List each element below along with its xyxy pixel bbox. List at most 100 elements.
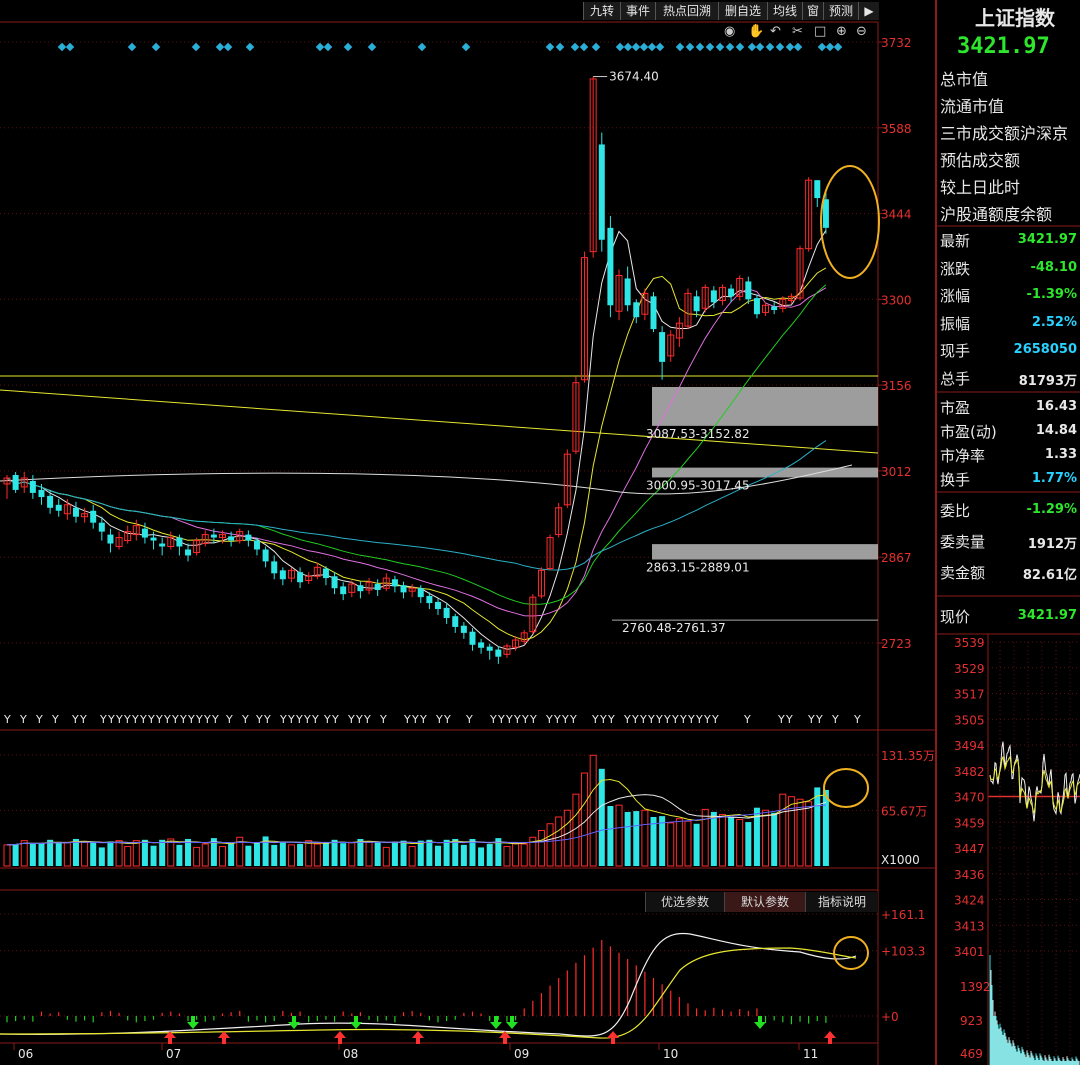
moving-average-button[interactable]: 均线 <box>767 2 802 20</box>
signal-y-marker: Y <box>263 713 271 726</box>
tab-optimized-params[interactable]: 优选参数 <box>645 892 724 912</box>
candle-body-down <box>633 302 640 318</box>
signal-y-marker: Y <box>3 713 11 726</box>
current-price-label: 现价 <box>940 608 971 626</box>
quote-label: 总手 <box>940 370 971 388</box>
gap-zone-label: 3000.95-3017.45 <box>646 478 750 492</box>
signal-y-marker: Y <box>569 713 577 726</box>
intraday-tick-label: 3482 <box>954 765 985 779</box>
current-price-value: 3421.97 <box>1017 608 1077 623</box>
volume-bar-up <box>408 846 416 867</box>
signal-y-marker: Y <box>663 713 671 726</box>
signal-diamond <box>417 42 427 52</box>
candle-body-down <box>624 278 631 306</box>
signal-diamond <box>639 42 649 52</box>
signal-y-marker: Y <box>79 713 87 726</box>
volume-bar-down <box>469 838 476 866</box>
gap-zone-label: 3087.53-3152.82 <box>646 427 750 441</box>
jiuzhuan-button[interactable]: 九转 <box>583 2 620 20</box>
signal-y-marker: Y <box>777 713 785 726</box>
volume-bar-down <box>391 841 398 866</box>
buy-arrow-icon <box>824 1031 836 1044</box>
hand-icon[interactable]: ✋ <box>748 24 764 39</box>
forecast-button[interactable]: 预测 <box>823 2 858 20</box>
quote-label: 振幅 <box>940 314 971 333</box>
zoom-in-icon[interactable]: ⊕ <box>836 24 847 39</box>
volume-bar-up <box>167 838 175 867</box>
arrow-right-icon[interactable]: ▶ <box>858 2 879 20</box>
eye-icon[interactable]: ◉ <box>724 24 735 39</box>
quote-value: 2.52% <box>1031 314 1077 330</box>
volume-bar-down <box>72 838 79 866</box>
undo-icon[interactable]: ↶ <box>770 24 781 39</box>
sell-arrow-icon <box>754 1016 766 1029</box>
candle-body-down <box>150 537 157 541</box>
volume-bar-up <box>563 809 571 867</box>
price-tick-label: 3300 <box>881 293 912 307</box>
signal-diamond <box>715 42 725 52</box>
zoom-out-icon[interactable]: ⊖ <box>856 24 867 39</box>
signal-diamond <box>127 42 137 52</box>
window-button[interactable]: 窗 <box>802 2 823 20</box>
volume-bar-down <box>357 838 364 866</box>
intraday-tick-label: 3459 <box>954 816 985 830</box>
remove-watchlist-button[interactable]: 删自选 <box>718 2 767 20</box>
quote-value: 2658050 <box>1013 342 1077 358</box>
volume-bar-up <box>305 840 313 867</box>
signal-y-marker: Y <box>743 713 751 726</box>
indicator-tick-label: +0 <box>881 1010 899 1024</box>
intraday-tick-label: 3505 <box>954 713 985 727</box>
volume-bar-down <box>271 844 278 866</box>
signal-diamond <box>725 42 735 52</box>
volume-bar-up <box>313 843 321 867</box>
info-label: 三市成交额沪深京 <box>940 124 1069 143</box>
info-label: 沪股通额度余额 <box>940 205 1053 224</box>
signal-diamond <box>833 42 843 52</box>
candle-body-down <box>72 507 79 517</box>
intraday-tick-label: 3436 <box>954 868 985 882</box>
month-tick-label: 09 <box>514 1047 529 1061</box>
volume-bar-down <box>331 839 338 866</box>
volume-bar-up <box>555 816 563 867</box>
volume-bar-up <box>124 846 132 867</box>
valuation-value: 1.77% <box>1031 471 1077 486</box>
signal-y-marker: Y <box>323 713 331 726</box>
signal-y-marker: Y <box>187 713 195 726</box>
volume-bar-down <box>107 841 114 866</box>
volume-bar-down <box>814 787 821 866</box>
buy-arrow-icon <box>607 1031 619 1044</box>
hotspot-review-button[interactable]: 热点回溯 <box>655 2 718 20</box>
candle-body-down <box>771 306 778 311</box>
lock-icon[interactable]: □ <box>814 24 826 39</box>
candle-body-down <box>90 510 97 523</box>
volume-tick-label: 65.67万 <box>881 805 927 819</box>
volume-bar-down <box>297 844 304 866</box>
signal-diamond <box>570 42 580 52</box>
candle-body-down <box>374 584 381 590</box>
volume-bar-down <box>771 812 778 866</box>
scissors-icon[interactable]: ✂ <box>792 24 803 39</box>
signal-diamond <box>215 42 225 52</box>
tab-indicator-help[interactable]: 指标说明 <box>805 892 878 912</box>
kline-chart-area[interactable]: 3539 3529 3517 3505 3494 3482 3470 3459 3447 3436… <box>0 0 1080 1065</box>
price-tick-label: 3012 <box>881 465 912 479</box>
candle-body-down <box>822 199 829 228</box>
intraday-tick-label: 3401 <box>954 945 985 959</box>
volume-bar-up <box>779 793 787 867</box>
volume-bar-up <box>684 820 692 867</box>
candle-body-down <box>159 543 166 547</box>
candle-body-down <box>452 616 459 627</box>
order-value: 82.61亿 <box>1022 568 1077 583</box>
signal-diamond <box>191 42 201 52</box>
volume-tick-label: 131.35万 <box>881 749 935 763</box>
tab-default-params[interactable]: 默认参数 <box>724 892 805 912</box>
intraday-tick-label: 3470 <box>954 791 985 805</box>
signal-y-marker: Y <box>411 713 419 726</box>
volume-bar-up <box>762 809 770 867</box>
volume-bar-down <box>728 816 735 866</box>
signal-y-marker: Y <box>521 713 529 726</box>
signal-y-marker: Y <box>225 713 233 726</box>
indicator-tick-label: +161.1 <box>881 908 925 922</box>
events-button[interactable]: 事件 <box>620 2 655 20</box>
candle-body-down <box>426 595 433 604</box>
